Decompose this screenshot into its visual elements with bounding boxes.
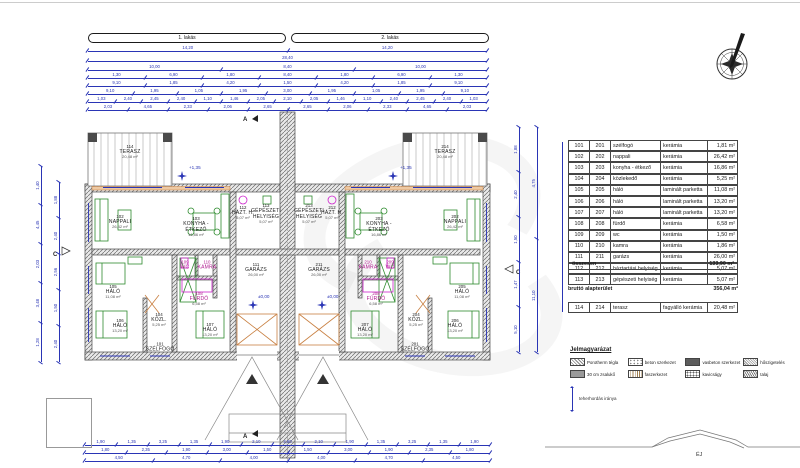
schedule-row: 103203konyha - étkezőkerámia16,86 m²	[568, 162, 738, 173]
schedule-row: 101201szélfogókerámia1,81 m²	[568, 140, 738, 151]
soil-swatch	[743, 370, 758, 378]
terrace-column	[403, 133, 412, 142]
concrete-swatch	[628, 358, 643, 366]
svg-text:A: A	[243, 434, 248, 440]
gravel-swatch	[685, 370, 700, 378]
schedule-row: 105205hálólaminált parketta11,08 m²	[568, 185, 738, 196]
compass-rose-icon	[700, 28, 764, 92]
gross-value: 356,04 m²	[713, 286, 738, 292]
total-value: 133,90 m²	[709, 261, 734, 267]
legend-title: Jelmagyarázat	[570, 347, 798, 353]
load-direction-arrow	[572, 388, 573, 410]
level-label: +1,35	[189, 165, 201, 170]
apartment-2-label: 2. lakás	[381, 35, 398, 41]
terrace-schedule-table: 114214teraszfagyálló kerámia20,48 m²	[568, 302, 738, 313]
gross-area-row: bruttó alapterület 356,04 m²	[568, 286, 738, 292]
terrace-column	[88, 133, 97, 142]
legend: Jelmagyarázat Porotherm tégla beton szer…	[570, 347, 798, 378]
garage-door-opening	[299, 351, 339, 361]
stamp-label: ÉJ	[696, 452, 702, 458]
schedule-row: 107207hálólaminált parketta13,20 m²	[568, 207, 738, 218]
table-leader-line	[562, 142, 563, 312]
legend-item: vasbeton szerkezet	[685, 358, 740, 366]
legend-item: faszerkezet	[628, 370, 683, 378]
level-label: ±0,00	[327, 294, 338, 299]
total-label: összesen	[572, 261, 596, 267]
schedule-row: 113213gépészeti helyiségkerámia5,07 m²	[568, 274, 738, 285]
slope-arrow	[246, 374, 258, 384]
title-block-edge	[545, 430, 800, 448]
apartment-1-label: 1. lakás	[178, 35, 195, 41]
legend-item: beton szerkezet	[628, 358, 683, 366]
schedule-row: 108208fürdőkerámia6,58 m²	[568, 218, 738, 229]
level-label: ±0,00	[258, 294, 269, 299]
legend-item: 30 cm zsalukő	[570, 370, 625, 378]
schedule-row: 106206hálólaminált parketta13,20 m²	[568, 196, 738, 207]
timber-swatch	[628, 370, 643, 378]
brick-hatch-swatch	[570, 358, 585, 366]
legend-item: hőszigetelés	[743, 358, 798, 366]
garage-door-opening	[237, 351, 277, 361]
schedule-row: 109209wckerámia1,50 m²	[568, 230, 738, 241]
svg-text:C: C	[516, 270, 521, 276]
legend-item: talaj	[743, 370, 798, 378]
schedule-row: 102202nappalikerámia26,42 m²	[568, 151, 738, 162]
schedule-row: 104204közlekedőkerámia5,25 m²	[568, 174, 738, 185]
shuttering-block-swatch	[570, 370, 585, 378]
svg-text:A: A	[243, 117, 248, 123]
gross-label: bruttó alapterület	[568, 286, 612, 292]
terrace-column	[163, 133, 172, 142]
schedule-row: 110210kamrakerámia1,86 m²	[568, 241, 738, 252]
svg-text:C: C	[53, 252, 58, 258]
apartment-2-capsule: 2. lakás	[291, 33, 489, 43]
floor-plan-sheet: A A C C 1. lakás 2. lakás 14,2014,20 28,…	[0, 0, 800, 468]
schedule-row: 114214teraszfagyálló kerámia20,48 m²	[568, 302, 738, 313]
schedule-total-row: összesen 133,90 m²	[568, 260, 738, 270]
legend-item: kavicságy	[685, 370, 740, 378]
setout-rectangle	[46, 398, 92, 448]
reinforced-concrete-swatch	[685, 358, 700, 366]
level-label: +1,35	[400, 165, 412, 170]
load-direction-note: teherhordás iránya	[579, 396, 617, 401]
insulation-swatch	[743, 358, 758, 366]
slope-arrow	[317, 374, 329, 384]
apartment-1-capsule: 1. lakás	[88, 33, 286, 43]
terrace-column	[478, 133, 487, 142]
legend-item: Porotherm tégla	[570, 358, 625, 366]
